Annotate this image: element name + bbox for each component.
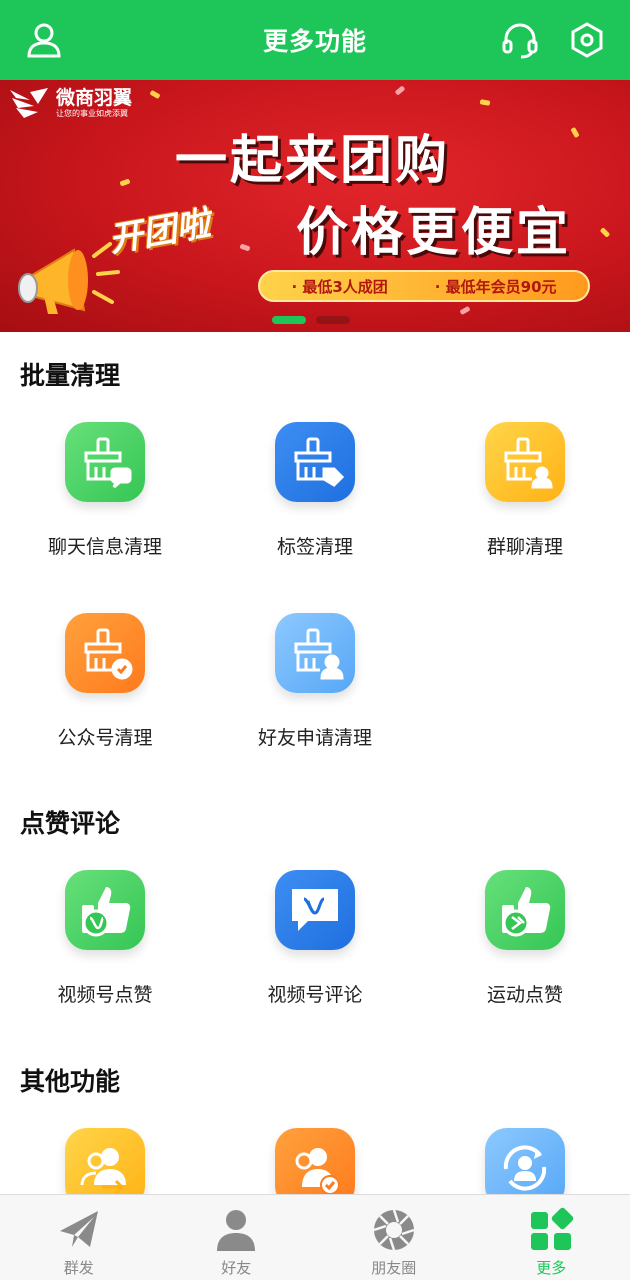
feature-sport-like[interactable]: 运动点赞: [420, 870, 630, 1030]
broom-tag-icon: [294, 437, 344, 487]
users-transfer-icon: [80, 1148, 126, 1195]
thumbs-up-video-icon: [82, 887, 131, 937]
headset-icon: [502, 23, 538, 59]
group-clean-label: 群聊清理: [486, 536, 563, 558]
video-like-label: 视频号点赞: [57, 984, 153, 1006]
nav-tab-broadcast[interactable]: 群发: [0, 1195, 158, 1280]
carousel-dot-active[interactable]: [272, 316, 306, 324]
carousel-indicator: [272, 316, 350, 324]
sport-like-label: 运动点赞: [486, 984, 563, 1006]
nav-label-moments: 朋友圈: [371, 1259, 417, 1277]
customer-service-button[interactable]: [498, 18, 542, 62]
profile-button[interactable]: [22, 18, 66, 62]
broom-friend-request-icon: [294, 628, 344, 680]
confetti: [479, 99, 491, 106]
confetti: [599, 227, 611, 238]
section-title-batch-clean: 批量清理: [20, 361, 121, 390]
broom-chat-icon: [84, 437, 132, 489]
banner-benefits-pill: · 最低3人成团 · 最低年会员90元: [258, 270, 590, 302]
group-clean-tile[interactable]: [485, 422, 565, 502]
paper-plane-icon: [59, 1211, 98, 1247]
chat-clean-label: 聊天信息清理: [47, 536, 162, 558]
thumbs-up-sport-icon: [502, 887, 551, 937]
settings-button[interactable]: [565, 18, 609, 62]
banner-headline-1: 一起来团购: [175, 131, 451, 191]
video-comment-label: 视频号评论: [267, 984, 363, 1006]
feature-tag-clean[interactable]: 标签清理: [210, 422, 420, 582]
brand-name: 微商羽翼: [56, 86, 133, 109]
official-account-clean-label: 公众号清理: [57, 727, 153, 749]
benefit-min-price: · 最低年会员90元: [434, 277, 557, 296]
brand-slogan: 让您的事业如虎添翼: [56, 108, 128, 118]
nav-label-more: 更多: [536, 1259, 567, 1277]
confetti: [119, 178, 131, 187]
top-bar: 更多功能: [0, 0, 630, 80]
brand-logo: 微商羽翼 让您的事业如虎添翼: [8, 86, 132, 120]
user-refresh-icon: [503, 1145, 547, 1191]
comment-video-icon: [292, 889, 338, 931]
confetti: [149, 89, 161, 100]
feature-video-like[interactable]: 视频号点赞: [0, 870, 210, 1030]
banner-headline-2: 价格更便宜: [296, 203, 572, 263]
megaphone-icon: [18, 242, 120, 314]
nav-tab-moments[interactable]: 朋友圈: [315, 1195, 473, 1280]
benefit-min-group: · 最低3人成团: [291, 277, 388, 296]
carousel-dot[interactable]: [316, 316, 350, 324]
person-icon: [217, 1210, 256, 1251]
nav-tab-friends[interactable]: 好友: [158, 1195, 316, 1280]
sport-like-tile[interactable]: [485, 870, 565, 950]
feature-friend-request-clean[interactable]: 好友申请清理: [210, 613, 420, 773]
broom-official-account-icon: [84, 628, 133, 680]
broom-group-icon: [504, 437, 553, 489]
confetti: [459, 305, 471, 316]
page-title: 更多功能: [262, 27, 367, 56]
confetti: [394, 85, 406, 96]
official-account-clean-tile[interactable]: [65, 613, 145, 693]
tag-clean-label: 标签清理: [276, 536, 353, 558]
nav-label-friends: 好友: [221, 1259, 252, 1277]
user-icon: [27, 23, 61, 58]
confetti: [239, 243, 251, 252]
promo-banner[interactable]: 微商羽翼 让您的事业如虎添翼 一起来团购 开团啦 价格更便宜 · 最低3人成团 …: [0, 80, 630, 332]
settings-icon: [571, 22, 603, 58]
video-comment-tile[interactable]: [275, 870, 355, 950]
friend-request-clean-tile[interactable]: [275, 613, 355, 693]
feature-chat-clean[interactable]: 聊天信息清理: [0, 422, 210, 582]
feature-group-clean[interactable]: 群聊清理: [420, 422, 630, 582]
section-title-like-comment: 点赞评论: [20, 809, 121, 838]
tag-clean-tile[interactable]: [275, 422, 355, 502]
friend-request-clean-label: 好友申请清理: [257, 727, 372, 749]
chat-clean-tile[interactable]: [65, 422, 145, 502]
bottom-navigation: 群发 好友 朋友圈 更多: [0, 1194, 630, 1280]
section-title-other: 其他功能: [20, 1067, 121, 1096]
nav-tab-more[interactable]: 更多: [473, 1195, 630, 1280]
aperture-icon: [373, 1209, 415, 1251]
users-check-icon: [295, 1148, 340, 1195]
feature-official-account-clean[interactable]: 公众号清理: [0, 613, 210, 773]
wings-icon: [10, 88, 48, 118]
grid-icon: [531, 1207, 574, 1250]
video-like-tile[interactable]: [65, 870, 145, 950]
confetti: [570, 126, 580, 139]
feature-video-comment[interactable]: 视频号评论: [210, 870, 420, 1030]
nav-label-broadcast: 群发: [63, 1259, 94, 1277]
